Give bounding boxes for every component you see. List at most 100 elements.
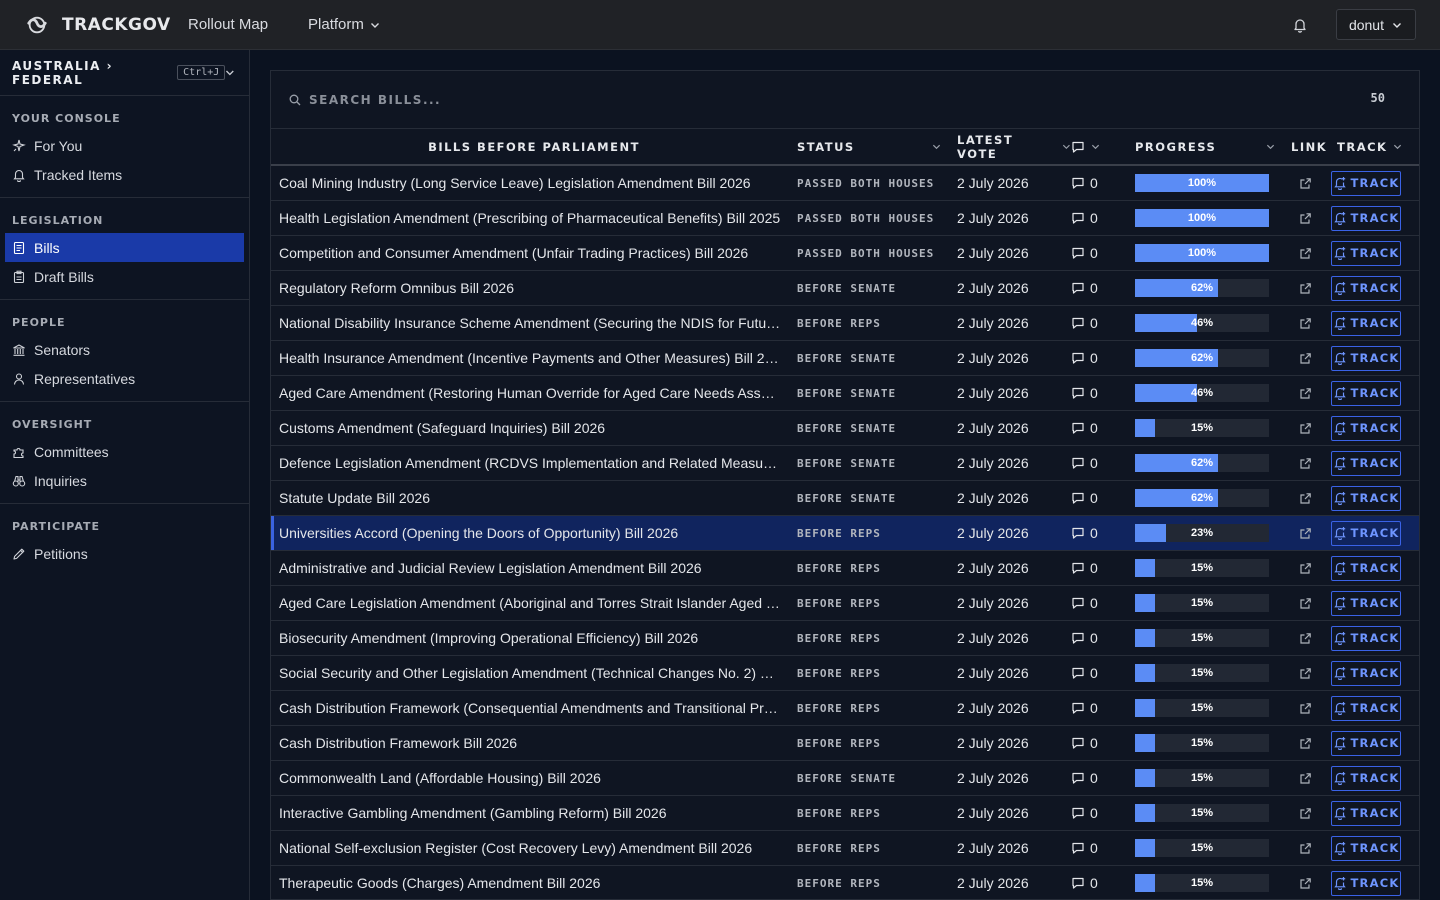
- user-menu-button[interactable]: donut: [1335, 9, 1416, 40]
- external-link-icon[interactable]: [1299, 737, 1312, 750]
- track-button[interactable]: TRACK: [1331, 555, 1401, 581]
- sidebar-item-tracked-items[interactable]: Tracked Items: [5, 160, 244, 189]
- bill-title[interactable]: Competition and Consumer Amendment (Unfa…: [271, 245, 789, 261]
- nav-rollout-map[interactable]: Rollout Map: [188, 16, 268, 33]
- comment-count[interactable]: 0: [1071, 735, 1125, 751]
- header-latest-vote[interactable]: LATEST VOTE: [949, 133, 1071, 161]
- comment-count[interactable]: 0: [1071, 595, 1125, 611]
- bill-title[interactable]: Administrative and Judicial Review Legis…: [271, 560, 789, 576]
- track-button[interactable]: TRACK: [1331, 205, 1401, 231]
- comment-count[interactable]: 0: [1071, 770, 1125, 786]
- table-row[interactable]: Aged Care Legislation Amendment (Aborigi…: [271, 586, 1419, 621]
- table-row[interactable]: National Self-exclusion Register (Cost R…: [271, 831, 1419, 866]
- bill-title[interactable]: Cash Distribution Framework (Consequenti…: [271, 700, 789, 716]
- track-button[interactable]: TRACK: [1331, 695, 1401, 721]
- external-link-icon[interactable]: [1299, 597, 1312, 610]
- comment-count[interactable]: 0: [1071, 805, 1125, 821]
- external-link-icon[interactable]: [1299, 877, 1312, 890]
- sidebar-item-committees[interactable]: Committees: [5, 437, 244, 466]
- track-button[interactable]: TRACK: [1331, 415, 1401, 441]
- track-button[interactable]: TRACK: [1331, 590, 1401, 616]
- comment-count[interactable]: 0: [1071, 875, 1125, 891]
- comment-count[interactable]: 0: [1071, 350, 1125, 366]
- external-link-icon[interactable]: [1299, 772, 1312, 785]
- comment-count[interactable]: 0: [1071, 490, 1125, 506]
- track-button[interactable]: TRACK: [1331, 310, 1401, 336]
- external-link-icon[interactable]: [1299, 702, 1312, 715]
- bell-icon[interactable]: [1292, 17, 1308, 33]
- comment-count[interactable]: 0: [1071, 245, 1125, 261]
- bill-title[interactable]: Therapeutic Goods (Charges) Amendment Bi…: [271, 875, 789, 891]
- table-row[interactable]: Cash Distribution Framework (Consequenti…: [271, 691, 1419, 726]
- table-row[interactable]: Universities Accord (Opening the Doors o…: [271, 516, 1419, 551]
- table-row[interactable]: Aged Care Amendment (Restoring Human Ove…: [271, 376, 1419, 411]
- comment-count[interactable]: 0: [1071, 175, 1125, 191]
- track-button[interactable]: TRACK: [1331, 275, 1401, 301]
- table-row[interactable]: Cash Distribution Framework Bill 2026 BE…: [271, 726, 1419, 761]
- external-link-icon[interactable]: [1299, 632, 1312, 645]
- external-link-icon[interactable]: [1299, 422, 1312, 435]
- table-row[interactable]: Health Legislation Amendment (Prescribin…: [271, 201, 1419, 236]
- track-button[interactable]: TRACK: [1331, 345, 1401, 371]
- comment-count[interactable]: 0: [1071, 420, 1125, 436]
- header-title[interactable]: BILLS BEFORE PARLIAMENT: [271, 140, 789, 154]
- brand[interactable]: TRACKGOV: [26, 14, 188, 36]
- table-row[interactable]: Defence Legislation Amendment (RCDVS Imp…: [271, 446, 1419, 481]
- table-row[interactable]: Customs Amendment (Safeguard Inquiries) …: [271, 411, 1419, 446]
- bill-title[interactable]: Aged Care Legislation Amendment (Aborigi…: [271, 595, 789, 611]
- track-button[interactable]: TRACK: [1331, 240, 1401, 266]
- bill-title[interactable]: Biosecurity Amendment (Improving Operati…: [271, 630, 789, 646]
- bill-title[interactable]: Customs Amendment (Safeguard Inquiries) …: [271, 420, 789, 436]
- sidebar-item-senators[interactable]: Senators: [5, 335, 244, 364]
- table-row[interactable]: Regulatory Reform Omnibus Bill 2026 BEFO…: [271, 271, 1419, 306]
- external-link-icon[interactable]: [1299, 842, 1312, 855]
- comment-count[interactable]: 0: [1071, 315, 1125, 331]
- track-button[interactable]: TRACK: [1331, 450, 1401, 476]
- bill-title[interactable]: National Self-exclusion Register (Cost R…: [271, 840, 789, 856]
- external-link-icon[interactable]: [1299, 562, 1312, 575]
- table-row[interactable]: Health Insurance Amendment (Incentive Pa…: [271, 341, 1419, 376]
- external-link-icon[interactable]: [1299, 457, 1312, 470]
- table-row[interactable]: Administrative and Judicial Review Legis…: [271, 551, 1419, 586]
- bill-title[interactable]: Commonwealth Land (Affordable Housing) B…: [271, 770, 789, 786]
- sidebar-item-inquiries[interactable]: Inquiries: [5, 466, 244, 495]
- external-link-icon[interactable]: [1299, 492, 1312, 505]
- bill-title[interactable]: Cash Distribution Framework Bill 2026: [271, 735, 789, 751]
- table-row[interactable]: Commonwealth Land (Affordable Housing) B…: [271, 761, 1419, 796]
- comment-count[interactable]: 0: [1071, 385, 1125, 401]
- search-input[interactable]: [309, 92, 1371, 107]
- table-row[interactable]: Interactive Gambling Amendment (Gambling…: [271, 796, 1419, 831]
- track-button[interactable]: TRACK: [1331, 730, 1401, 756]
- external-link-icon[interactable]: [1299, 212, 1312, 225]
- track-button[interactable]: TRACK: [1331, 625, 1401, 651]
- comment-count[interactable]: 0: [1071, 700, 1125, 716]
- comment-count[interactable]: 0: [1071, 210, 1125, 226]
- sidebar-item-draft-bills[interactable]: Draft Bills: [5, 262, 244, 291]
- bill-title[interactable]: Statute Update Bill 2026: [271, 490, 789, 506]
- jurisdiction-selector[interactable]: AUSTRALIA › FEDERAL Ctrl+J: [0, 50, 249, 96]
- table-row[interactable]: National Disability Insurance Scheme Ame…: [271, 306, 1419, 341]
- track-button[interactable]: TRACK: [1331, 380, 1401, 406]
- track-button[interactable]: TRACK: [1331, 765, 1401, 791]
- external-link-icon[interactable]: [1299, 807, 1312, 820]
- table-row[interactable]: Social Security and Other Legislation Am…: [271, 656, 1419, 691]
- external-link-icon[interactable]: [1299, 352, 1312, 365]
- track-button[interactable]: TRACK: [1331, 520, 1401, 546]
- track-button[interactable]: TRACK: [1331, 660, 1401, 686]
- bill-title[interactable]: Interactive Gambling Amendment (Gambling…: [271, 805, 789, 821]
- bill-title[interactable]: Health Legislation Amendment (Prescribin…: [271, 210, 789, 226]
- table-row[interactable]: Competition and Consumer Amendment (Unfa…: [271, 236, 1419, 271]
- sidebar-item-for-you[interactable]: For You: [5, 131, 244, 160]
- comment-count[interactable]: 0: [1071, 455, 1125, 471]
- track-button[interactable]: TRACK: [1331, 485, 1401, 511]
- sidebar-item-petitions[interactable]: Petitions: [5, 539, 244, 568]
- external-link-icon[interactable]: [1299, 282, 1312, 295]
- comment-count[interactable]: 0: [1071, 525, 1125, 541]
- nav-platform-dropdown[interactable]: Platform: [308, 16, 380, 33]
- track-button[interactable]: TRACK: [1331, 170, 1401, 196]
- table-row[interactable]: Therapeutic Goods (Charges) Amendment Bi…: [271, 866, 1419, 900]
- bill-title[interactable]: Health Insurance Amendment (Incentive Pa…: [271, 350, 789, 366]
- comment-count[interactable]: 0: [1071, 560, 1125, 576]
- table-row[interactable]: Coal Mining Industry (Long Service Leave…: [271, 166, 1419, 201]
- external-link-icon[interactable]: [1299, 177, 1312, 190]
